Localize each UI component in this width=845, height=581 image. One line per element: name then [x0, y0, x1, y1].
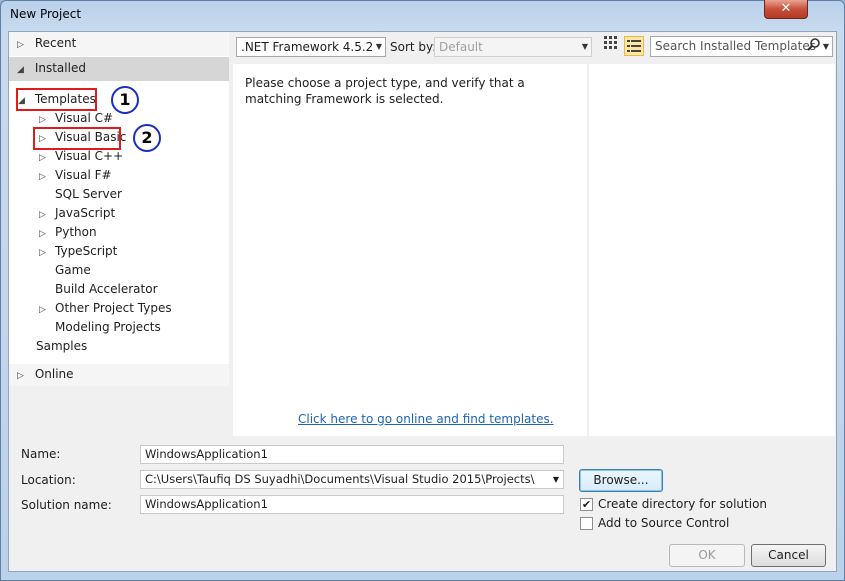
- tree-item-modeling-projects[interactable]: Modeling Projects: [39, 318, 161, 337]
- tree-item-label: Build Accelerator: [55, 282, 158, 296]
- tree-item-python[interactable]: ▷ Python: [39, 223, 97, 242]
- tree-item-online: Online: [34, 367, 74, 381]
- tree-item-game[interactable]: Game: [39, 261, 91, 280]
- tree-item-label: SQL Server: [55, 187, 122, 201]
- grid-view-icon[interactable]: [601, 36, 621, 56]
- choose-type-message: Please choose a project type, and verify…: [245, 76, 525, 106]
- ok-button[interactable]: OK: [669, 544, 745, 567]
- tree-item-label: Visual C++: [55, 149, 124, 163]
- installed-header[interactable]: ◢ Installed: [9, 57, 229, 81]
- recent-header[interactable]: ▷ Recent: [9, 32, 229, 56]
- window-title: New Project: [10, 7, 82, 21]
- search-icon[interactable]: [807, 38, 821, 57]
- name-label: Name:: [21, 447, 61, 461]
- source-control-checkbox[interactable]: [580, 517, 593, 530]
- template-details-panel: [589, 64, 835, 436]
- cancel-button[interactable]: Cancel: [751, 544, 826, 567]
- tree-item-samples-label: Samples: [36, 339, 88, 353]
- dropdown-arrow-icon[interactable]: ▼: [553, 471, 559, 488]
- annotation-box-visual-basic: [33, 127, 121, 150]
- tree-item-recent: Recent: [34, 36, 77, 50]
- title-bar[interactable]: New Project: [1, 1, 844, 31]
- close-button[interactable]: ✕: [764, 0, 808, 19]
- template-toolbar: .NET Framework 4.5.2 ▼ Sort by: Default …: [233, 32, 836, 62]
- checkmark-icon: ✔: [581, 498, 592, 511]
- tree-item-sql-server[interactable]: SQL Server: [39, 185, 122, 204]
- dropdown-arrow-icon: ▼: [375, 42, 382, 51]
- template-list-area: Please choose a project type, and verify…: [233, 64, 587, 436]
- go-online-link[interactable]: Click here to go online and find templat…: [298, 412, 554, 426]
- create-directory-checkbox[interactable]: ✔: [580, 498, 593, 511]
- tree-item-visual-c[interactable]: ▷ Visual C#: [39, 109, 113, 128]
- tree-item-label: Other Project Types: [55, 301, 172, 315]
- collapsed-arrow-icon: ▷: [17, 40, 24, 50]
- tree-item-label: Visual C#: [55, 111, 114, 125]
- search-templates-box[interactable]: Search Installed Templates ▼: [650, 36, 833, 57]
- tree-item-samples[interactable]: Samples: [36, 337, 87, 356]
- tree-bottom-fill: [9, 386, 229, 436]
- search-options-arrow-icon[interactable]: ▼: [823, 38, 829, 56]
- browse-button[interactable]: Browse...: [579, 469, 663, 492]
- collapsed-arrow-icon: ▷: [17, 371, 24, 381]
- tree-item-label: Visual F#: [55, 168, 112, 182]
- solution-name-field[interactable]: WindowsApplication1: [140, 495, 564, 514]
- list-view-icon[interactable]: [624, 36, 644, 56]
- tree-item-typescript[interactable]: ▷ TypeScript: [39, 242, 117, 261]
- tree-item-visual-f[interactable]: ▷ Visual F#: [39, 166, 112, 185]
- tree-item-label: Modeling Projects: [55, 320, 161, 334]
- location-label: Location:: [21, 473, 76, 487]
- tree-item-other-project-types[interactable]: ▷ Other Project Types: [39, 299, 172, 318]
- solution-name-label: Solution name:: [21, 498, 112, 512]
- annotation-box-templates: [16, 88, 97, 111]
- dropdown-arrow-icon: ▼: [581, 42, 588, 51]
- tree-item-label: TypeScript: [55, 244, 118, 258]
- expanded-arrow-icon: ◢: [17, 65, 24, 75]
- source-control-label[interactable]: Add to Source Control: [598, 516, 729, 530]
- close-icon: ✕: [780, 1, 792, 16]
- create-directory-label[interactable]: Create directory for solution: [598, 497, 767, 511]
- annotation-circle-1: 1: [111, 86, 139, 114]
- sort-dropdown[interactable]: Default ▼: [434, 37, 592, 57]
- tree-item-label: Game: [55, 263, 91, 277]
- name-field[interactable]: WindowsApplication1: [140, 445, 564, 464]
- search-input[interactable]: Search Installed Templates: [655, 39, 816, 53]
- annotation-circle-2: 2: [133, 124, 161, 152]
- tree-item-label: JavaScript: [55, 206, 116, 220]
- sort-by-label: Sort by:: [390, 40, 437, 54]
- online-header[interactable]: ▷ Online: [9, 364, 229, 386]
- tree-item-installed: Installed: [34, 61, 86, 75]
- tree-item-label: Python: [55, 225, 97, 239]
- location-combo[interactable]: C:\Users\Taufiq DS Suyadhi\Documents\Vis…: [140, 470, 564, 489]
- tree-item-javascript[interactable]: ▷ JavaScript: [39, 204, 115, 223]
- framework-dropdown[interactable]: .NET Framework 4.5.2 ▼: [236, 37, 386, 57]
- tree-item-build-accelerator[interactable]: Build Accelerator: [39, 280, 158, 299]
